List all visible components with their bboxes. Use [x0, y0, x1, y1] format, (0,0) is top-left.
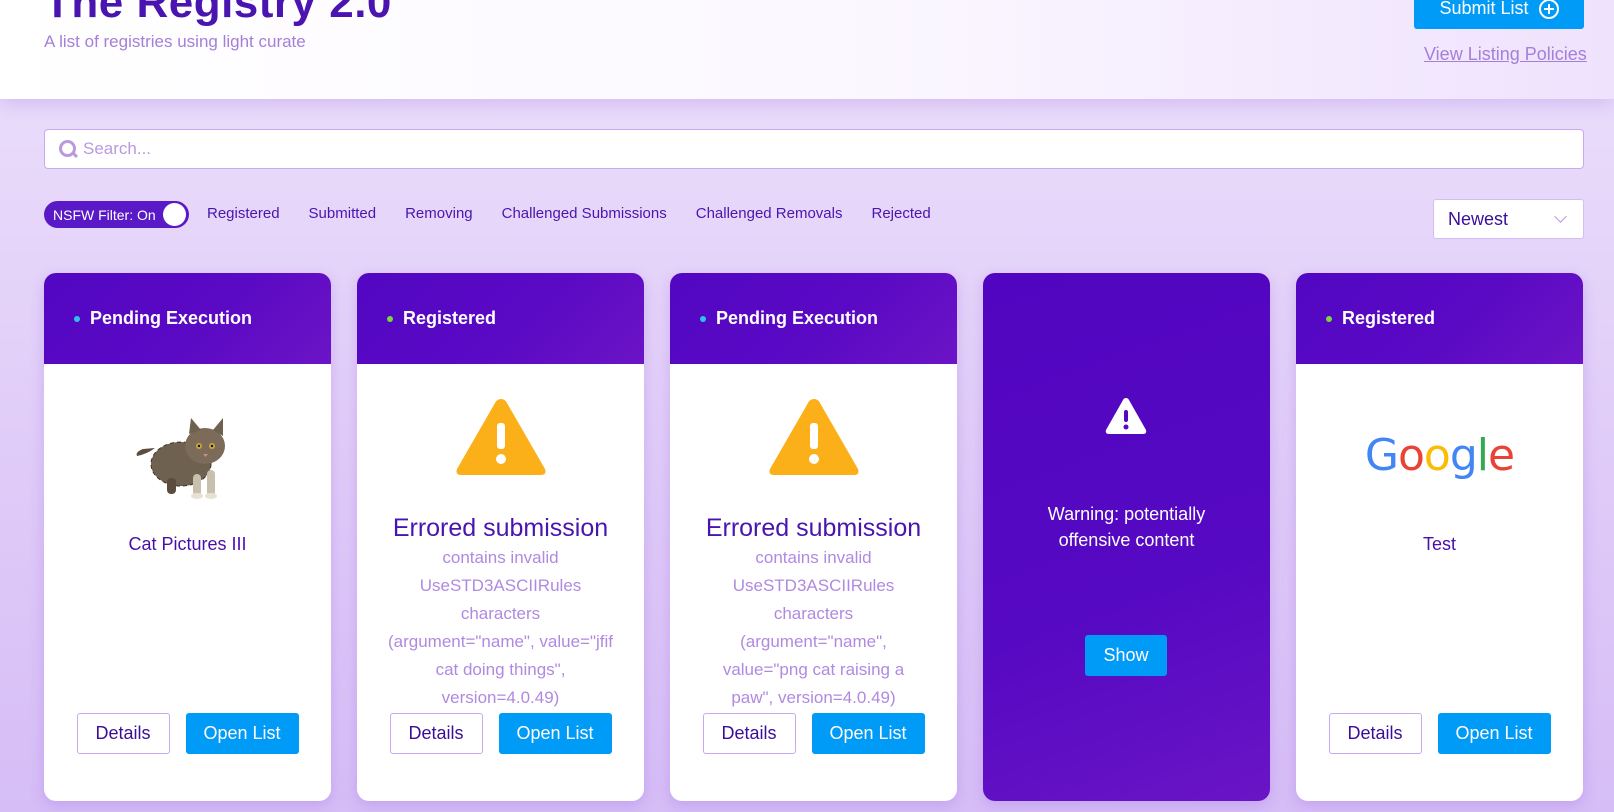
card-status: Pending Execution: [716, 308, 879, 328]
status-filters: Registered Submitted Removing Challenged…: [207, 205, 960, 222]
status-dot: [700, 315, 706, 322]
plus-circle-icon: [1538, 0, 1559, 19]
card-title: Cat Pictures III: [128, 534, 247, 554]
card-status: Registered: [403, 308, 497, 328]
details-button[interactable]: Details: [76, 713, 170, 754]
sort-selected-value: Newest: [1448, 208, 1509, 229]
search-input[interactable]: [83, 139, 1563, 159]
details-button[interactable]: Details: [702, 713, 796, 754]
warning-icon: [456, 399, 546, 475]
filter-submitted[interactable]: Submitted: [309, 205, 377, 222]
sort-select[interactable]: Newest: [1433, 199, 1584, 239]
search-icon: [59, 140, 77, 158]
nsfw-filter-toggle[interactable]: NSFW Filter: On: [44, 201, 189, 228]
google-logo: Google: [1364, 430, 1515, 481]
open-list-button[interactable]: Open List: [1437, 713, 1551, 754]
status-dot: [1326, 315, 1332, 322]
registry-card: Pending Execution Cat Pictures III Detai…: [44, 273, 331, 801]
error-message: contains invalid UseSTD3ASCIIRules chara…: [722, 548, 905, 707]
details-button[interactable]: Details: [1328, 713, 1422, 754]
submit-list-button[interactable]: Submit List: [1414, 0, 1584, 29]
card-status: Pending Execution: [90, 308, 253, 328]
filter-registered[interactable]: Registered: [207, 205, 280, 222]
registry-card: Pending Execution Errored submission con…: [670, 273, 957, 801]
warning-icon: [1105, 398, 1147, 434]
registry-card: Registered Errored submission contains i…: [357, 273, 644, 801]
show-button[interactable]: Show: [1085, 635, 1167, 676]
status-dot: [387, 315, 393, 322]
cat-thumbnail: [136, 418, 225, 499]
error-message: contains invalid UseSTD3ASCIIRules chara…: [387, 548, 614, 707]
filter-removing[interactable]: Removing: [405, 205, 473, 222]
filter-rejected[interactable]: Rejected: [871, 205, 930, 222]
submit-list-label: Submit List: [1439, 0, 1529, 18]
card-status-header: Registered: [1296, 273, 1583, 364]
filter-challenged-submissions[interactable]: Challenged Submissions: [502, 205, 667, 222]
open-list-button[interactable]: Open List: [498, 713, 612, 754]
open-list-button[interactable]: Open List: [185, 713, 299, 754]
warning-icon: [769, 399, 859, 475]
open-list-button[interactable]: Open List: [811, 713, 925, 754]
details-button[interactable]: Details: [389, 713, 483, 754]
card-status-header: Registered: [357, 273, 644, 364]
card-status-header: Pending Execution: [44, 273, 331, 364]
registry-card: Registered Google Test Details Open List: [1296, 273, 1583, 801]
error-title: Errored submission: [705, 514, 922, 542]
page-title: The Registry 2.0: [44, 0, 392, 27]
card-status-header: Pending Execution: [670, 273, 957, 364]
card-status: Registered: [1342, 308, 1436, 328]
hidden-nsfw-card: Warning: potentially offensive content S…: [983, 273, 1270, 801]
page-header: The Registry 2.0 A list of registries us…: [0, 0, 1614, 99]
nsfw-filter-label: NSFW Filter: On: [53, 206, 156, 223]
view-listing-policies-link[interactable]: View Listing Policies: [1424, 44, 1587, 65]
page-subtitle: A list of registries using light curate: [44, 32, 306, 51]
search-bar[interactable]: [44, 129, 1584, 169]
chevron-down-icon: [1554, 210, 1567, 223]
filter-challenged-removals[interactable]: Challenged Removals: [696, 205, 843, 222]
toggle-knob: [163, 203, 186, 226]
card-title: Test: [1422, 534, 1456, 554]
nsfw-warning-text: Warning: potentially offensive content: [1047, 504, 1206, 550]
error-title: Errored submission: [392, 514, 609, 542]
status-dot: [74, 315, 80, 322]
